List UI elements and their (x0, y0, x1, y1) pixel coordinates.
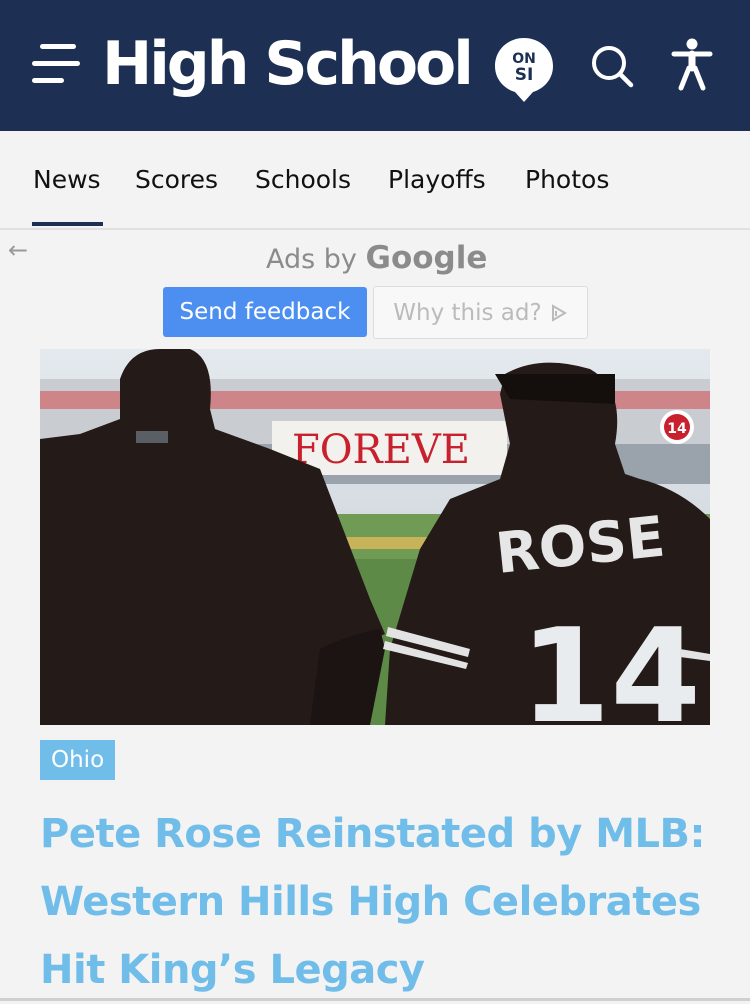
hero-banner-text: FOREVE (292, 427, 470, 473)
site-header: High School ON SI (0, 0, 750, 131)
hero-jersey-number: 14 (520, 600, 701, 725)
article-category-tag[interactable]: Ohio (40, 740, 116, 780)
back-arrow-icon[interactable]: ← (8, 236, 28, 264)
ad-choices-icon (551, 303, 567, 322)
tab-playoffs[interactable]: Playoffs (388, 165, 486, 194)
section-tabs: News Scores Schools Playoffs Photos (0, 131, 750, 230)
tab-photos[interactable]: Photos (525, 165, 609, 194)
tab-schools[interactable]: Schools (255, 165, 351, 194)
on-si-pin-icon: ON SI (495, 38, 553, 102)
active-tab-indicator (32, 222, 103, 226)
tab-scores[interactable]: Scores (135, 165, 218, 194)
search-icon[interactable] (590, 44, 634, 88)
article-headline[interactable]: Pete Rose Reinstated by MLB: Western Hil… (40, 800, 720, 1004)
google-wordmark: Google (365, 240, 488, 276)
pin-badge-bottom: SI (515, 65, 534, 85)
accessibility-icon[interactable] (670, 38, 714, 92)
send-feedback-button[interactable]: Send feedback (163, 287, 367, 337)
ads-by-label: Ads by Google (266, 240, 487, 276)
why-this-ad-button[interactable]: Why this ad? (373, 286, 588, 339)
why-this-ad-label: Why this ad? (393, 299, 542, 326)
hamburger-menu-icon[interactable] (32, 44, 82, 84)
hero-pin-number: 14 (667, 421, 687, 437)
tab-news[interactable]: News (33, 165, 101, 194)
article-hero-image[interactable]: FOREVE 14 ROSE 14 (40, 349, 710, 725)
ads-by-prefix: Ads by (266, 244, 357, 275)
ad-feedback-panel: ← Ads by Google Send feedback Why this a… (0, 230, 750, 348)
site-logo-text[interactable]: High School (102, 26, 474, 102)
